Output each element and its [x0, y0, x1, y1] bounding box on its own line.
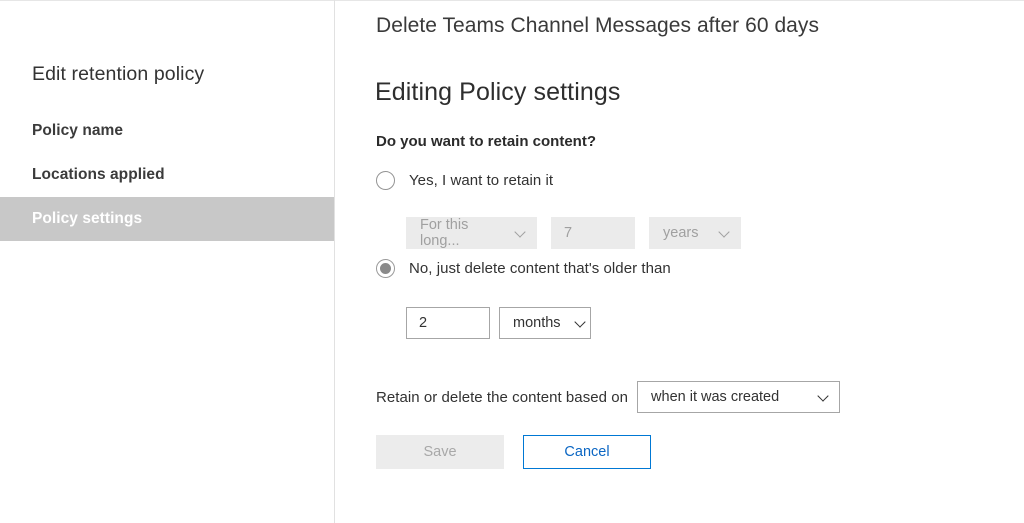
- retain-duration-type-select: For this long...: [406, 217, 537, 249]
- sidebar-item-label: Policy name: [32, 122, 124, 139]
- cancel-button[interactable]: Cancel: [523, 435, 651, 469]
- sidebar-item-locations-applied[interactable]: Locations applied: [0, 153, 334, 197]
- radio-option-delete-label: No, just delete content that's older tha…: [409, 260, 671, 277]
- retain-duration-unit-value: years: [663, 225, 699, 241]
- delete-duration-value-text: 2: [419, 315, 428, 331]
- radio-unselected-icon[interactable]: [376, 171, 395, 190]
- retain-duration-value-text: 7: [564, 225, 573, 241]
- retain-based-on-value: when it was created: [651, 389, 780, 405]
- chevron-down-icon: [719, 227, 731, 239]
- save-button[interactable]: Save: [376, 435, 504, 469]
- sidebar-item-label: Locations applied: [32, 166, 165, 183]
- sidebar-item-policy-name[interactable]: Policy name: [0, 109, 334, 153]
- sidebar-title: Edit retention policy: [32, 63, 205, 85]
- delete-duration-controls: 2 months: [406, 307, 591, 339]
- main-content: Delete Teams Channel Messages after 60 d…: [335, 1, 1024, 523]
- retain-duration-unit-select: years: [649, 217, 741, 249]
- delete-duration-value-input[interactable]: 2: [406, 307, 490, 339]
- radio-option-delete[interactable]: No, just delete content that's older tha…: [376, 259, 671, 278]
- radio-selected-icon[interactable]: [376, 259, 395, 278]
- retain-based-on-select[interactable]: when it was created: [637, 381, 841, 413]
- sidebar: Edit retention policy Policy name Locati…: [0, 1, 334, 523]
- retain-duration-controls: For this long... 7 years: [406, 217, 741, 249]
- chevron-down-icon: [515, 227, 527, 239]
- chevron-down-icon: [818, 391, 830, 403]
- delete-duration-unit-select[interactable]: months: [499, 307, 591, 339]
- page-title: Editing Policy settings: [375, 77, 621, 106]
- chevron-down-icon: [575, 317, 587, 329]
- policy-name-heading: Delete Teams Channel Messages after 60 d…: [376, 14, 820, 37]
- retain-based-on-row: Retain or delete the content based on wh…: [376, 381, 841, 413]
- radio-option-retain[interactable]: Yes, I want to retain it: [376, 171, 553, 190]
- sidebar-item-label: Policy settings: [32, 210, 143, 227]
- retain-based-on-label: Retain or delete the content based on: [376, 388, 629, 406]
- retain-content-question-label: Do you want to retain content?: [376, 133, 596, 150]
- delete-duration-unit-value: months: [513, 315, 561, 331]
- sidebar-item-policy-settings[interactable]: Policy settings: [0, 197, 334, 241]
- retain-duration-type-value: For this long...: [420, 217, 469, 249]
- retain-duration-value-input: 7: [551, 217, 635, 249]
- form-action-buttons: Save Cancel: [376, 435, 651, 469]
- radio-option-retain-label: Yes, I want to retain it: [409, 172, 554, 189]
